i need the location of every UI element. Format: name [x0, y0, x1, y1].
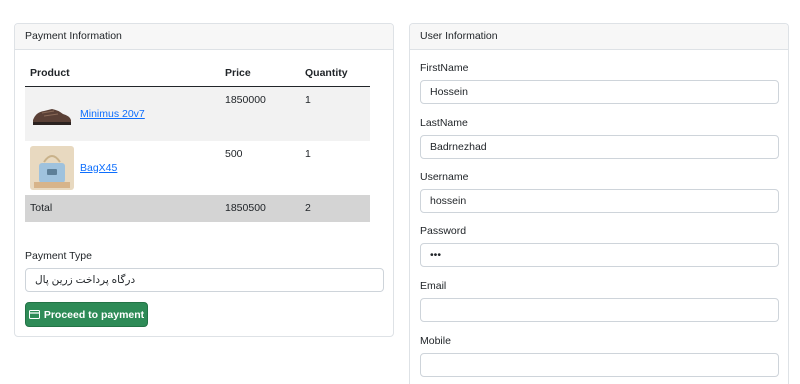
mobile-input[interactable]	[420, 353, 779, 377]
firstname-label: FirstName	[420, 62, 469, 74]
quantity-cell: 1	[305, 147, 311, 160]
quantity-cell: 1	[300, 86, 370, 141]
table-row: Minimus 20v7 1850000 1	[25, 86, 370, 141]
payment-type-label: Payment Type	[25, 250, 92, 262]
table-header-row: Product Price Quantity	[25, 61, 370, 87]
cart-table: Product Price Quantity Minimus 20v7 1850…	[25, 61, 370, 222]
total-quantity: 2	[300, 194, 370, 222]
proceed-to-payment-button[interactable]: Proceed to payment	[25, 302, 148, 327]
payment-card-header: Payment Information	[15, 24, 393, 50]
user-information-card: User Information FirstName Hossein LastN…	[409, 23, 789, 384]
username-input[interactable]: hossein	[420, 189, 779, 213]
email-label: Email	[420, 280, 447, 292]
product-cell: BagX45	[25, 141, 220, 195]
column-product: Product	[25, 61, 220, 87]
password-label: Password	[420, 225, 467, 237]
column-price: Price	[220, 61, 300, 87]
payment-type-select[interactable]: درگاه پرداخت زرین پال	[25, 268, 384, 292]
payment-information-card: Payment Information Product Price Quanti…	[14, 23, 394, 337]
price-cell: 500	[225, 147, 243, 160]
email-input[interactable]	[420, 298, 779, 322]
total-price: 1850500	[220, 194, 300, 222]
credit-card-icon	[28, 310, 40, 319]
proceed-label: Proceed to payment	[43, 308, 145, 321]
lastname-label: LastName	[420, 117, 468, 129]
bag-image	[30, 145, 74, 190]
column-quantity: Quantity	[300, 61, 370, 87]
total-row: Total 1850500 2	[25, 194, 370, 222]
firstname-input[interactable]: Hossein	[420, 80, 779, 104]
lastname-input[interactable]: Badrnezhad	[420, 135, 779, 159]
mobile-label: Mobile	[420, 335, 451, 347]
product-link[interactable]: Minimus 20v7	[80, 108, 145, 120]
table-row: BagX45 500 1	[25, 141, 370, 195]
shoe-image	[30, 91, 74, 136]
product-link[interactable]: BagX45	[80, 162, 117, 174]
product-cell: Minimus 20v7	[25, 86, 220, 141]
user-card-header: User Information	[410, 24, 788, 50]
price-cell: 1850000	[220, 86, 300, 141]
username-label: Username	[420, 171, 469, 183]
total-label: Total	[25, 194, 220, 222]
password-input[interactable]: •••	[420, 243, 779, 267]
